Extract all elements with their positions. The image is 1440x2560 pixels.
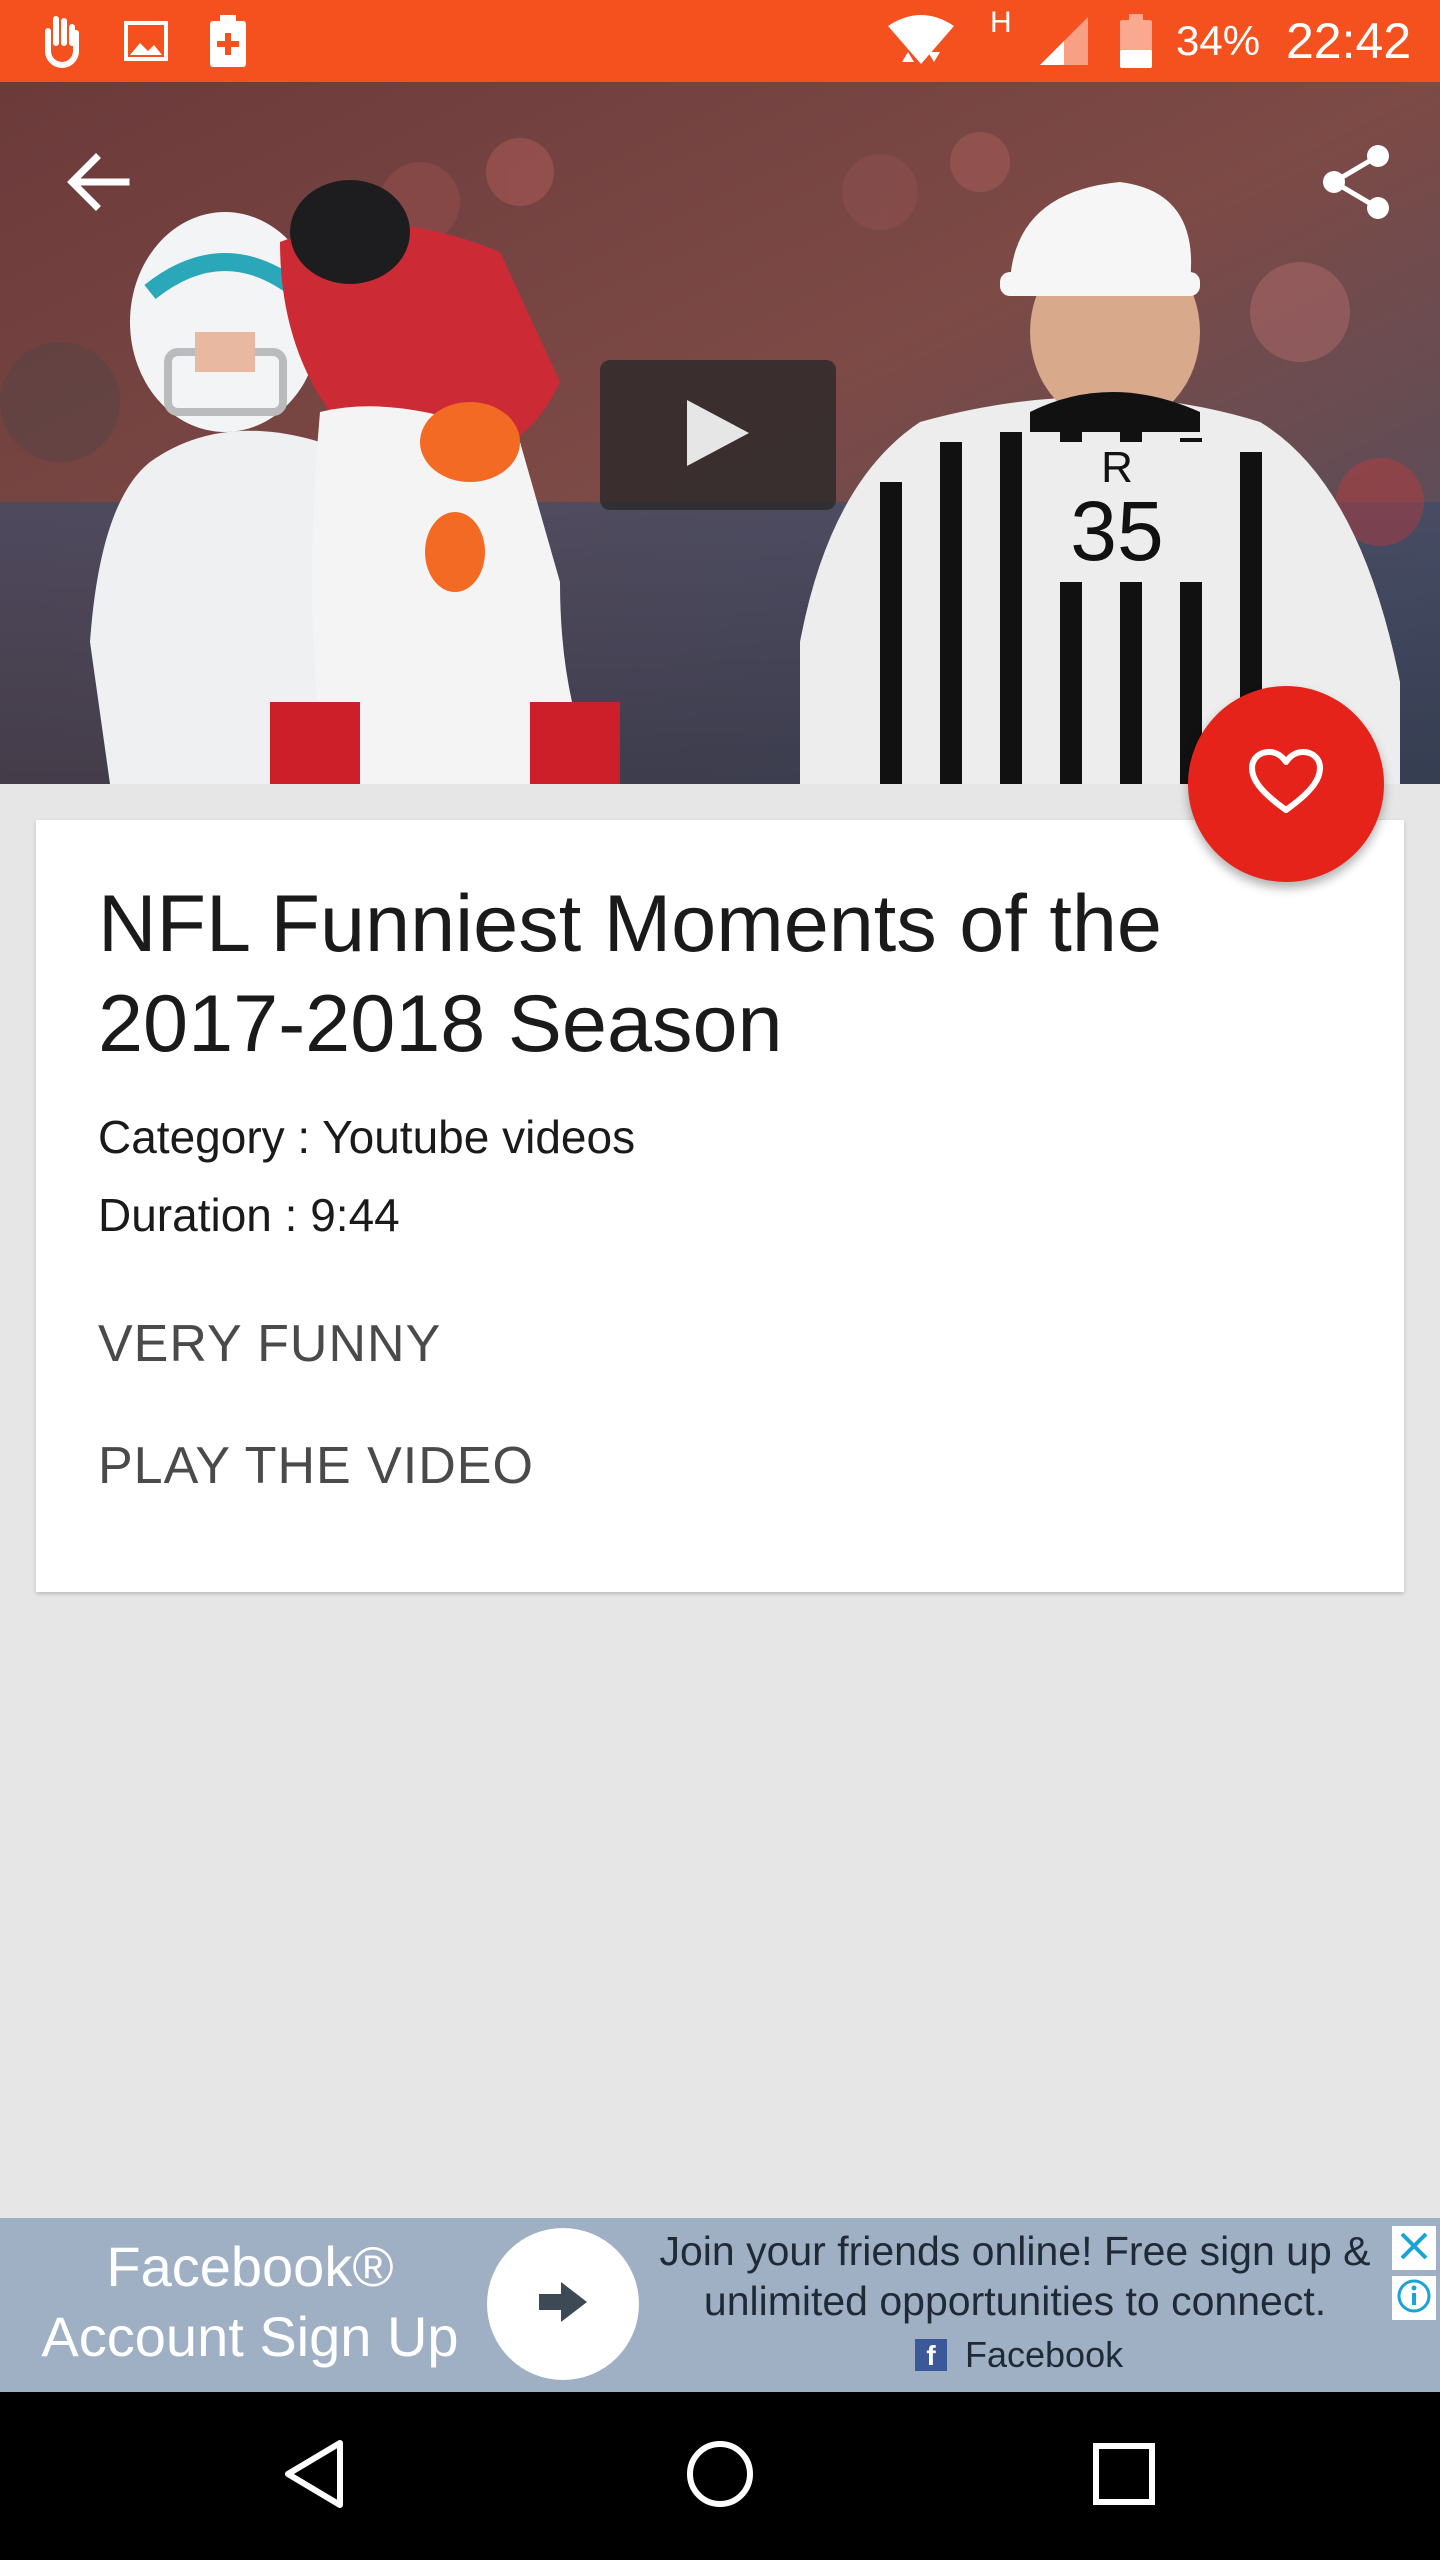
ad-headline: Facebook® Account Sign Up xyxy=(41,2235,459,2368)
status-bar: H 34% 22:42 xyxy=(0,0,1440,82)
play-button[interactable] xyxy=(600,360,836,510)
share-icon xyxy=(1320,144,1392,225)
play-icon xyxy=(683,396,753,475)
battery-icon xyxy=(1118,12,1154,70)
very-funny-label[interactable]: VERY FUNNY xyxy=(98,1314,441,1374)
signal-icon xyxy=(1036,12,1092,70)
close-icon xyxy=(1398,2230,1430,2267)
wifi-icon xyxy=(886,12,956,70)
video-details-card: NFL Funniest Moments of the 2017-2018 Se… xyxy=(36,820,1404,1592)
video-category: Category : Youtube videos xyxy=(98,1111,636,1163)
nav-recents-icon xyxy=(1092,2442,1156,2511)
play-video-button[interactable]: PLAY THE VIDEO xyxy=(98,1436,534,1496)
system-navigation-bar xyxy=(0,2392,1440,2560)
facebook-logo-icon: f xyxy=(915,2339,947,2371)
nav-back-button[interactable] xyxy=(264,2426,364,2526)
ad-body: Join your friends online! Free sign up &… xyxy=(659,2228,1371,2324)
arrow-left-icon xyxy=(66,152,130,217)
nav-back-icon xyxy=(282,2439,346,2514)
nav-home-icon xyxy=(685,2439,755,2514)
ad-source-label: Facebook xyxy=(965,2334,1124,2375)
nav-recents-button[interactable] xyxy=(1074,2426,1174,2526)
image-icon xyxy=(122,12,170,70)
network-type: H xyxy=(990,6,1012,39)
info-icon xyxy=(1396,2278,1432,2319)
ad-close-button[interactable] xyxy=(1392,2226,1436,2270)
share-button[interactable] xyxy=(1314,142,1398,226)
favorite-button[interactable] xyxy=(1188,686,1384,882)
hand-icon xyxy=(38,12,86,70)
ad-source: f Facebook xyxy=(915,2330,1123,2380)
back-button[interactable] xyxy=(58,144,138,224)
clock: 22:42 xyxy=(1286,13,1412,69)
heart-icon xyxy=(1248,748,1324,821)
ad-banner[interactable]: Facebook® Account Sign Up Join your frie… xyxy=(0,2218,1440,2392)
battery-percent: 34% xyxy=(1176,17,1261,64)
arrow-right-icon xyxy=(537,2280,589,2329)
ad-cta-button[interactable] xyxy=(487,2228,639,2380)
video-title: NFL Funniest Moments of the 2017-2018 Se… xyxy=(98,879,1162,1069)
nav-home-button[interactable] xyxy=(670,2426,770,2526)
ad-info-button[interactable] xyxy=(1392,2276,1436,2320)
video-duration: Duration : 9:44 xyxy=(98,1189,400,1241)
battery-plus-icon xyxy=(208,12,248,70)
svg-text:35: 35 xyxy=(1070,484,1163,578)
video-thumbnail[interactable]: R 35 xyxy=(0,82,1440,784)
